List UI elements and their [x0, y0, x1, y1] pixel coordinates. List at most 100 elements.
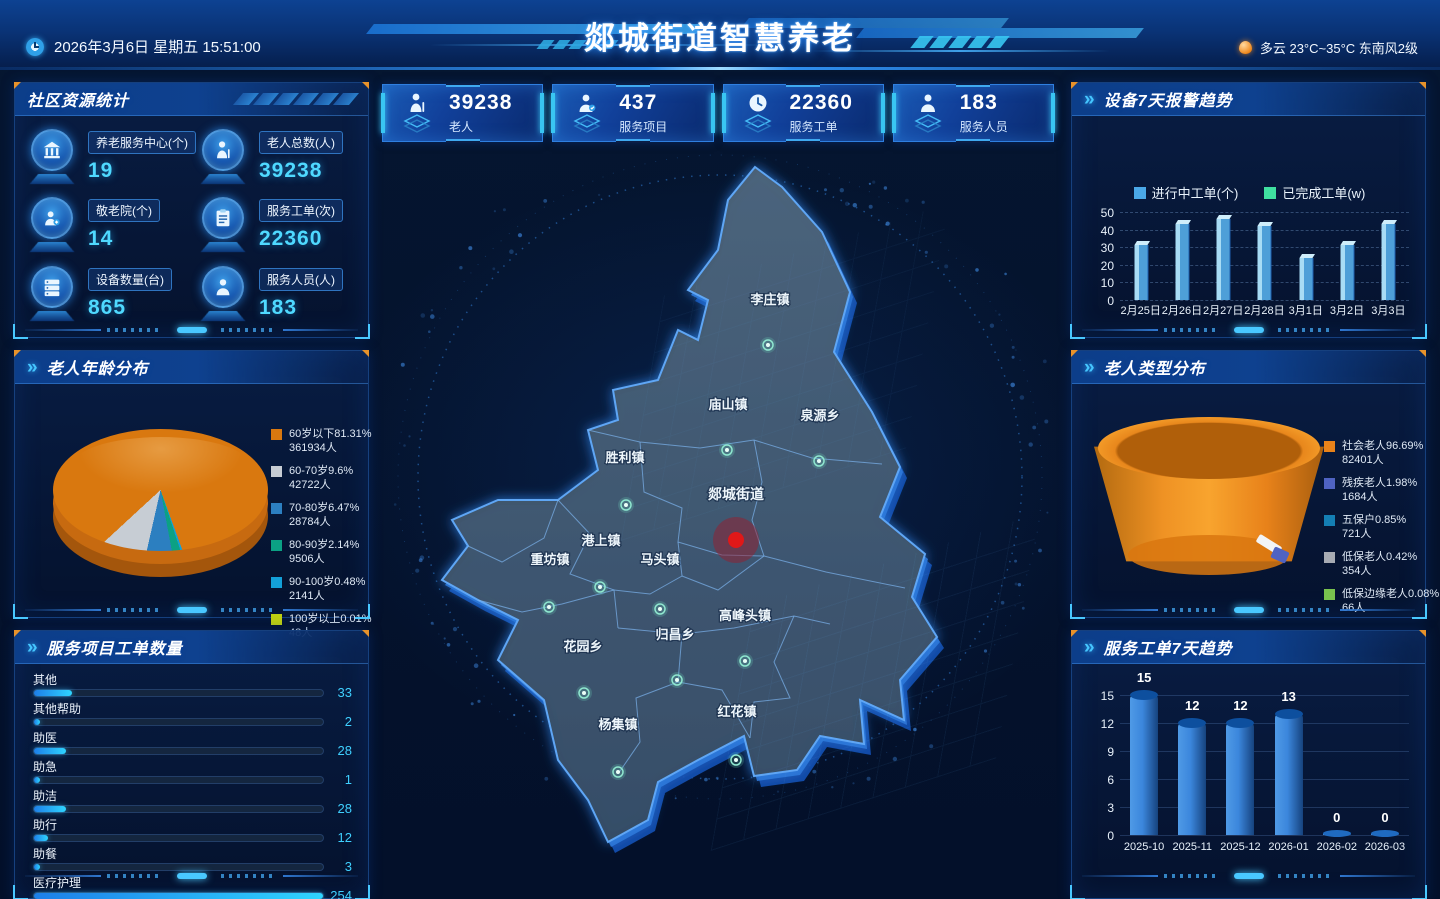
chart-bar [1134, 245, 1147, 300]
icon-platform [30, 311, 75, 321]
scatter-dot [1012, 346, 1015, 349]
order-value: 28 [338, 743, 352, 758]
chart-column: 02026-02 [1313, 695, 1361, 835]
order-fill [34, 864, 40, 870]
bar-value-label: 13 [1281, 689, 1295, 704]
legend-swatch [1324, 478, 1335, 489]
icon-platform [30, 242, 75, 252]
chart-plot: 03691215152025-10122025-11122025-1213202… [1086, 695, 1413, 835]
stat-value: 39238 [259, 159, 322, 183]
scatter-dot [1004, 273, 1007, 276]
x-tick-label: 2月27日 [1203, 302, 1243, 318]
panel-title: 设备7天报警趋势 [1104, 87, 1233, 111]
panel-order-counts: » 服务项目工单数量 其他33其他帮助2助医28助急1助洁28助行12助餐3医疗… [14, 630, 369, 899]
stat-label: 服务人员(人) [259, 268, 343, 291]
order-icon [196, 195, 250, 255]
order-label: 助急 [33, 760, 358, 774]
legend-text: 进行中工单(个) [1152, 183, 1239, 202]
panel-title: 服务工单7天趋势 [1104, 635, 1233, 659]
scatter-dot [1046, 512, 1048, 514]
panel-header: » 设备7天报警趋势 [1072, 83, 1425, 116]
legend-swatch [271, 614, 282, 625]
chart-column: 02026-03 [1361, 695, 1409, 835]
order-track [33, 689, 324, 697]
chart-column: 122025-12 [1216, 695, 1264, 835]
chart-bar [1371, 833, 1399, 835]
weather-icon [1239, 41, 1252, 54]
card-label: 老人 [449, 118, 512, 135]
chart-bar [1217, 219, 1230, 300]
chart-legend: 进行中工单(个)已完成工单(w) [1086, 183, 1413, 202]
center-alert-marker[interactable] [728, 532, 744, 548]
district-label[interactable]: 马头镇 [640, 552, 679, 567]
panel-order-trend: » 服务工单7天趋势 03691215152025-10122025-11122… [1071, 630, 1426, 899]
order-fill [34, 835, 48, 841]
chart-plot: 010203040502月25日2月26日2月27日2月28日3月1日3月2日3… [1086, 212, 1413, 300]
legend-text: 80-90岁2.14%9506人 [289, 538, 359, 566]
stat-value: 14 [88, 227, 113, 251]
card-value: 22360 [790, 91, 853, 115]
scatter-dot [845, 202, 849, 206]
weather-text: 多云 23°C~35°C 东南风2级 [1260, 38, 1418, 57]
y-tick-label: 12 [1086, 717, 1114, 731]
icon-platform [201, 174, 246, 184]
scatter-dot [544, 777, 548, 781]
order-track [33, 805, 324, 813]
type-legend: 社会老人96.69%82401人残疾老人1.98%1684人五保户0.85%72… [1324, 439, 1439, 624]
panel-title: 社区资源统计 [27, 87, 129, 111]
legend-item: 进行中工单(个) [1134, 183, 1239, 202]
chart-bar [1275, 714, 1303, 835]
stat-value: 183 [259, 296, 297, 320]
scatter-dot [905, 199, 909, 203]
panel-header: » 老人年龄分布 [15, 351, 368, 384]
panel-device-alarm-trend: » 设备7天报警趋势 进行中工单(个)已完成工单(w) 010203040502月… [1071, 82, 1426, 338]
scatter-dot [503, 208, 506, 211]
center-icon [25, 127, 79, 187]
scatter-dot [431, 309, 433, 311]
district-label[interactable]: 港上镇 [581, 533, 620, 548]
staff-icon [196, 264, 250, 324]
chart-bar [1258, 226, 1271, 300]
arrow-icon: » [27, 358, 38, 377]
order-row: 助洁28 [33, 789, 358, 818]
chart-column: 132026-01 [1265, 695, 1313, 835]
district-label[interactable]: 重坊镇 [530, 552, 569, 567]
panel-title: 服务项目工单数量 [47, 635, 183, 659]
order-track [33, 834, 324, 842]
district-label[interactable]: 花园乡 [563, 639, 602, 654]
stat-label: 敬老院(个) [88, 199, 160, 222]
order-label: 助行 [33, 818, 358, 832]
scatter-dot [1044, 420, 1048, 424]
x-tick-label: 3月2日 [1330, 302, 1364, 318]
staff-icon [908, 91, 948, 135]
chart-column: 3月2日 [1326, 212, 1367, 300]
legend-item: 五保户0.85%721人 [1324, 513, 1439, 541]
chart-bar [1178, 723, 1206, 835]
district-label[interactable]: 杨集镇 [598, 717, 637, 732]
type-pie-chart [1094, 417, 1324, 577]
poi-marker-dot [658, 607, 662, 611]
device-bar-chart: 进行中工单(个)已完成工单(w) 010203040502月25日2月26日2月2… [1086, 183, 1413, 300]
scatter-dot [704, 778, 708, 782]
chart-column: 122025-11 [1168, 695, 1216, 835]
x-tick-label: 2026-01 [1268, 841, 1308, 853]
bar-value-label: 15 [1137, 670, 1151, 685]
card-value: 437 [619, 91, 667, 115]
clock-icon [738, 91, 778, 135]
x-tick-label: 3月3日 [1371, 302, 1405, 318]
order-label: 助洁 [33, 789, 358, 803]
legend-item: 70-80岁6.47%28784人 [271, 501, 372, 529]
stat-label: 老人总数(人) [259, 131, 343, 154]
icon-platform [201, 311, 246, 321]
scatter-dot [492, 267, 495, 270]
legend-text: 60岁以下81.31%361934人 [289, 427, 372, 455]
scatter-dot [884, 186, 887, 189]
order-row: 其他帮助2 [33, 702, 358, 731]
datetime-display: 2026年3月6日 星期五 15:51:00 [26, 36, 261, 57]
legend-item: 90-100岁0.48%2141人 [271, 575, 372, 603]
district-label[interactable]: 归昌乡 [655, 627, 694, 642]
x-tick-label: 2026-02 [1317, 841, 1357, 853]
legend-text: 低保老人0.42%354人 [1342, 550, 1417, 578]
x-tick-label: 3月1日 [1289, 302, 1323, 318]
datetime-text: 2026年3月6日 星期五 15:51:00 [54, 36, 261, 57]
